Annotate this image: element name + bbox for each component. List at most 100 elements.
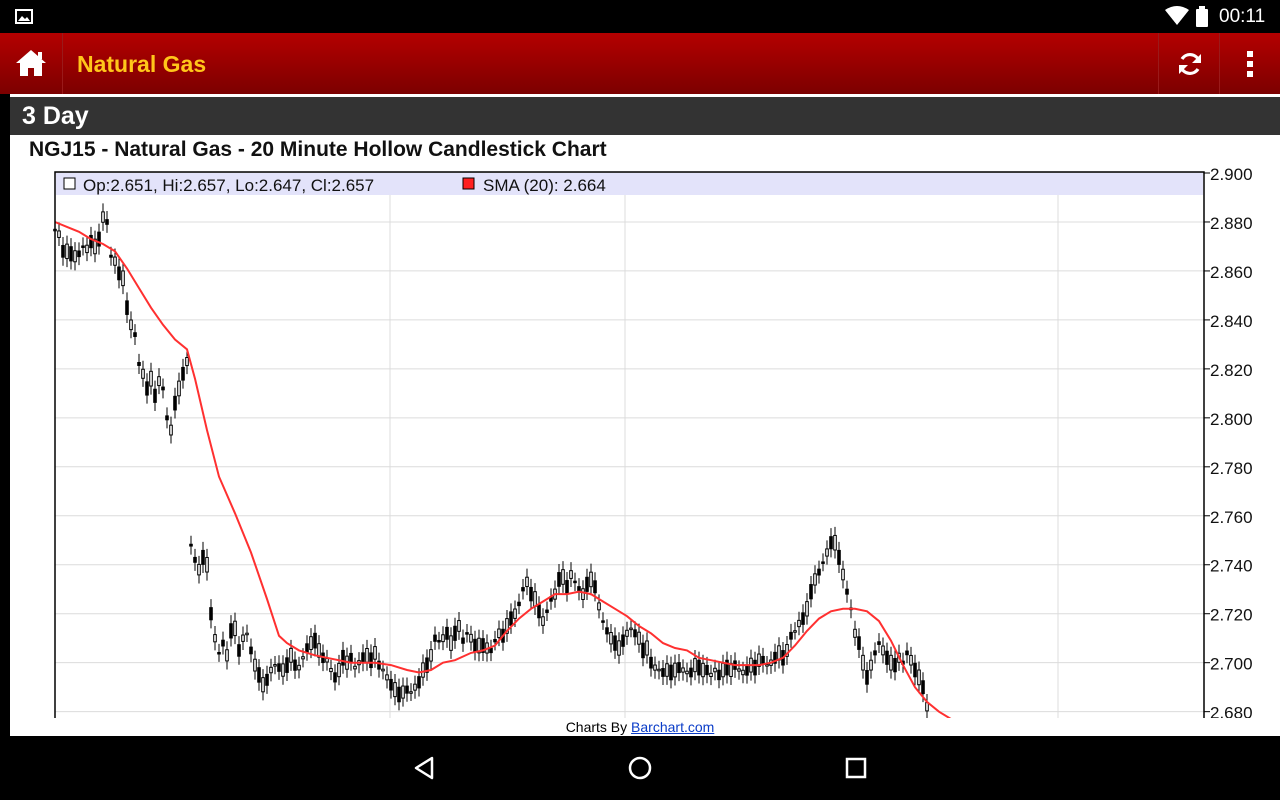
candle-body [709,672,713,678]
candle-body [741,669,745,676]
candle-body [821,561,825,564]
y-tick-label: 2.760 [1210,508,1253,527]
candle-body [777,645,781,661]
candle-body [137,362,141,366]
candle-body [649,656,653,669]
candle-body [817,568,821,576]
candle-body [329,667,333,673]
candle-body [77,250,81,258]
candle-body [609,632,613,645]
candle-body [369,652,373,669]
candle-body [837,549,841,565]
candle-body [373,646,377,660]
y-tick-label: 2.800 [1210,410,1253,429]
candle-body [825,548,829,557]
candle-body [237,644,241,657]
y-tick-label: 2.900 [1210,165,1253,184]
candle-body [885,650,889,665]
candle-body [625,629,629,637]
home-circle-icon[interactable] [624,752,656,784]
candle-body [269,666,273,674]
back-icon[interactable] [408,752,440,784]
wifi-icon [1165,6,1189,25]
candle-body [541,616,545,626]
candle-body [613,635,617,651]
home-button[interactable] [0,33,63,94]
candle-body [189,543,193,547]
candle-body [853,628,857,638]
candle-body [865,670,869,685]
candle-body [273,664,277,667]
candle-body [669,664,673,681]
overflow-menu-button[interactable] [1219,33,1280,94]
candle-body [181,366,185,381]
app-bar: Natural Gas [0,33,1280,95]
candle-body [557,572,561,587]
candle-body [441,634,445,643]
candle-body [573,580,577,584]
candle-body [621,634,625,647]
chart-credit: Charts By Barchart.com [0,718,1280,736]
candle-body [697,659,701,676]
candle-body [197,563,201,576]
candle-body [889,654,893,671]
refresh-icon [1179,53,1201,75]
candle-body [677,662,681,674]
candle-body [813,573,817,586]
candle-body [657,668,661,672]
plot-area [55,172,1204,718]
candle-body [133,332,137,337]
candlestick-chart[interactable]: Op:2.651, Hi:2.657, Lo:2.647, Cl:2.657 S… [0,94,1280,718]
candle-body [861,654,865,671]
candle-body [309,636,313,651]
candle-body [665,663,669,677]
candle-body [617,640,621,656]
candle-body [753,659,757,676]
candle-body [145,381,149,396]
candle-body [185,357,189,367]
recents-icon[interactable] [840,752,872,784]
navigation-bar [0,736,1280,800]
candle-body [797,619,801,628]
candle-body [161,386,165,391]
candle-body [445,626,449,640]
barchart-link[interactable]: Barchart.com [631,719,714,735]
candle-body [105,219,109,225]
candle-body [57,230,61,238]
candle-body [881,645,885,656]
candle-body [241,634,245,642]
candle-body [397,686,401,703]
y-tick-label: 2.700 [1210,655,1253,674]
y-tick-label: 2.740 [1210,557,1253,576]
candle-body [221,639,225,647]
candle-body [737,668,741,672]
candle-body [457,620,461,632]
y-tick-label: 2.780 [1210,459,1253,478]
candle-body [305,643,309,653]
candle-body [729,663,733,677]
candle-body [361,652,365,664]
candle-body [641,642,645,659]
candle-body [661,668,665,677]
candle-body [213,634,217,643]
candle-body [149,370,153,387]
candle-body [545,609,549,613]
candle-body [173,395,177,411]
candle-body [233,620,237,637]
refresh-button[interactable] [1158,33,1220,94]
candle-body [121,270,125,287]
candle-body [109,254,113,258]
candle-body [393,682,397,698]
chart-panel: 3 Day NGJ15 - Natural Gas - 20 Minute Ho… [0,94,1280,736]
candle-body [333,672,337,683]
candle-body [349,652,353,663]
candle-body [497,628,501,639]
candle-body [61,245,65,258]
candle-body [565,580,569,594]
candle-body [537,604,541,619]
candle-body [293,659,297,671]
candle-body [805,601,809,617]
ohlc-legend-text: Op:2.651, Hi:2.657, Lo:2.647, Cl:2.657 [83,176,374,195]
candle-body [129,319,133,331]
candle-body [261,677,265,693]
